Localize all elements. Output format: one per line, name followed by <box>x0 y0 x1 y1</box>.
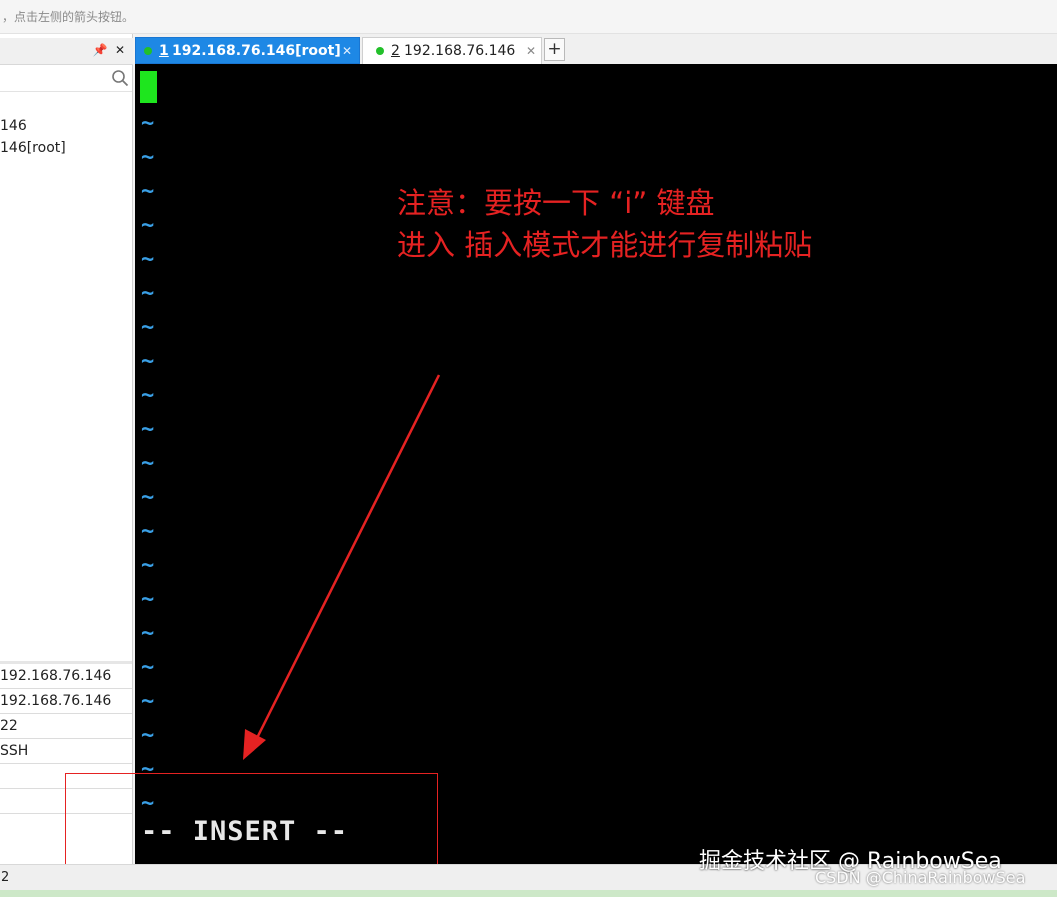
close-icon[interactable]: ✕ <box>112 42 128 58</box>
watermark: CSDN @ChinaRainbowSea <box>815 868 1026 887</box>
connected-status-icon <box>376 47 384 55</box>
tab-index: 2 <box>391 43 400 59</box>
session-search-input[interactable] <box>0 65 132 92</box>
panel-header: 📌 ✕ <box>0 38 133 65</box>
vim-mode-line: -- INSERT -- <box>141 816 349 847</box>
terminal-screen[interactable]: ~ ~ ~ ~ ~ ~ ~ ~ ~ ~ ~ ~ ~ ~ ~ ~ ~ ~ ~ ~ ~ 注意：要按一下 “i” 键盘 进入 … <box>135 64 1057 864</box>
tab-session-1[interactable]: 1 192.168.76.146[root] ✕ <box>135 37 360 64</box>
property-row: 22 <box>0 714 132 739</box>
property-row <box>0 764 132 789</box>
property-row: SSH <box>0 739 132 764</box>
tab-title: 192.168.76.146[root] <box>172 43 341 59</box>
tab-index: 1 <box>159 43 169 59</box>
sessions-panel: 📌 ✕ 146 146[root] 192.168.76.146 192.168… <box>0 34 133 866</box>
annotation-arrow <box>243 374 441 760</box>
session-tree-item[interactable]: 146[root] <box>0 137 132 159</box>
connected-status-icon <box>144 47 152 55</box>
close-tab-icon[interactable]: ✕ <box>342 38 352 64</box>
new-tab-button[interactable]: + <box>544 38 565 61</box>
search-icon[interactable] <box>111 69 129 87</box>
tab-strip: 1 192.168.76.146[root] ✕ 2 192.168.76.14… <box>135 34 1057 64</box>
hint-text: ，点击左侧的箭头按钮。 <box>2 10 135 24</box>
hint-bar: ，点击左侧的箭头按钮。 <box>0 0 1057 34</box>
property-row <box>0 789 132 814</box>
property-row: 192.168.76.146 <box>0 689 132 714</box>
property-row: 192.168.76.146 <box>0 664 132 689</box>
taskbar-strip <box>0 890 1057 897</box>
session-tree-item[interactable]: 146 <box>0 115 132 137</box>
tab-title: 192.168.76.146 <box>404 43 516 59</box>
pin-icon[interactable]: 📌 <box>92 42 108 58</box>
tab-session-2[interactable]: 2 192.168.76.146 ✕ <box>362 37 542 64</box>
status-text: 2 <box>1 870 10 885</box>
close-tab-icon[interactable]: ✕ <box>526 38 536 64</box>
session-properties: 192.168.76.146 192.168.76.146 22 SSH <box>0 661 132 814</box>
